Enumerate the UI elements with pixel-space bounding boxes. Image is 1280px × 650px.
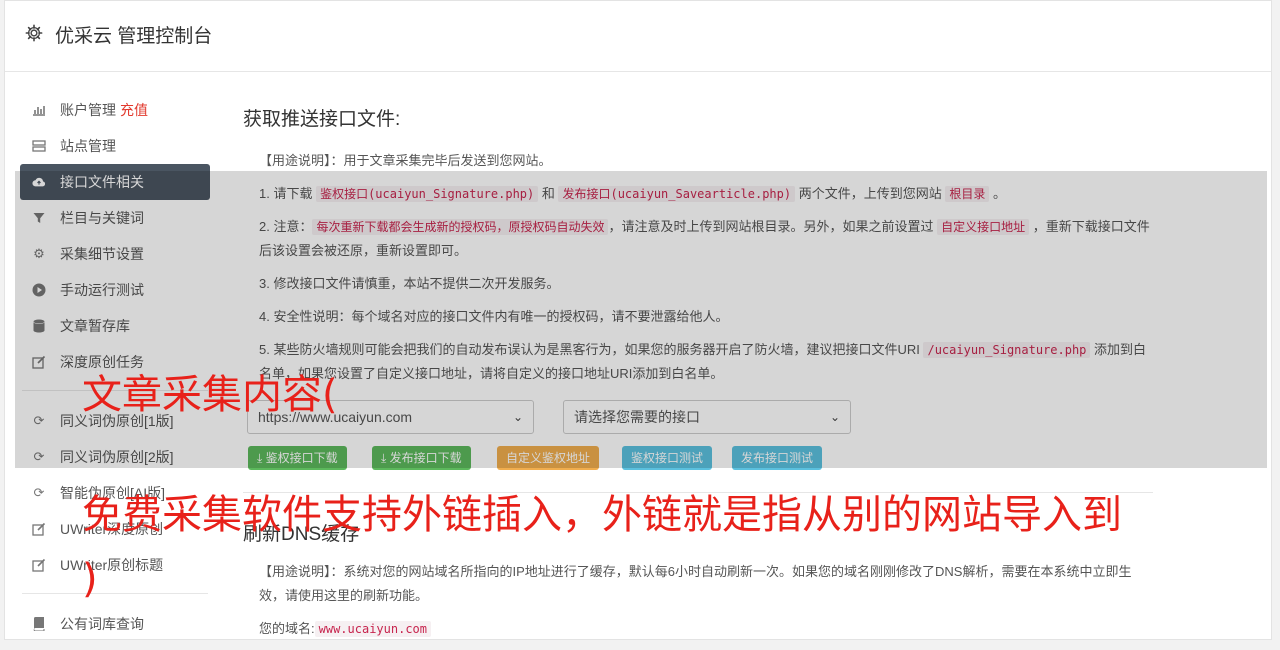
sidebar-item-label: 账户管理	[60, 102, 116, 118]
sidebar-item-columns-keywords[interactable]: 栏目与关键词	[20, 200, 210, 236]
sidebar-item-account[interactable]: 账户管理 充值	[20, 92, 210, 128]
refresh-icon: ⟳	[33, 485, 45, 500]
gear-icon	[25, 24, 43, 42]
bar-chart-icon	[32, 103, 46, 117]
sidebar-item-article-store[interactable]: 文章暂存库	[20, 308, 210, 344]
dns-usage-text: 【用途说明】：系统对您的网站域名所指向的IP地址进行了缓存，默认每6小时自动刷新…	[259, 564, 1132, 603]
section-title-interface: 获取推送接口文件:	[243, 109, 401, 130]
book-icon	[32, 617, 46, 631]
sidebar-item-interface-files[interactable]: 接口文件相关	[20, 164, 210, 200]
sidebar-item-label: 采集细节设置	[60, 246, 144, 262]
code-signature-uri: /ucaiyun_Signature.php	[923, 342, 1091, 358]
app-title: 优采云 管理控制台	[55, 26, 213, 47]
header-bar: 优采云 管理控制台	[5, 1, 1271, 72]
server-icon	[32, 139, 46, 153]
code-root-dir: 根目录	[945, 186, 990, 202]
sidebar-item-label: 同义词伪原创[2版]	[60, 449, 174, 465]
usage-text: 【用途说明】：用于文章采集完毕后发送到您网站。	[259, 153, 552, 168]
sign-download-button[interactable]: ⤓ 鉴权接口下载	[248, 446, 347, 470]
sidebar-item-uwriter-title[interactable]: UWriter原创标题	[20, 547, 210, 583]
sidebar-item-label: 站点管理	[60, 138, 116, 154]
domain-value: www.ucaiyun.com	[314, 621, 431, 637]
domain-line: 您的域名: www.ucaiyun.com	[259, 617, 1153, 641]
edit-icon	[32, 355, 46, 369]
sidebar-item-label: 深度原创任务	[60, 354, 144, 370]
sidebar: 账户管理 充值 站点管理 接口文件相关 栏目与关键词 ⚙ 采集细节设置 手动运行测…	[20, 92, 210, 642]
instruction-2: 2. 注意： 每次重新下载都会生成新的授权码，原授权码自动失效 ，请注意及时上传到网…	[259, 219, 1150, 258]
chevron-down-icon: ⌄	[512, 410, 523, 424]
main-content: 获取推送接口文件: 【用途说明】：用于文章采集完毕后发送到您网站。 1. 请下载…	[243, 98, 1153, 650]
sidebar-item-collect-settings[interactable]: ⚙ 采集细节设置	[20, 236, 210, 272]
sidebar-item-label: 栏目与关键词	[60, 210, 144, 226]
sidebar-item-public-dictionary[interactable]: 公有词库查询	[20, 606, 210, 642]
select-row: https://www.ucaiyun.com ⌄ 请选择您需要的接口 ⌄	[243, 400, 1153, 440]
domain-label: 您的域名:	[259, 621, 315, 636]
publish-download-button[interactable]: ⤓ 发布接口下载	[372, 446, 471, 470]
sidebar-item-label: 文章暂存库	[60, 318, 130, 334]
instruction-4: 4. 安全性说明：每个域名对应的接口文件内有唯一的授权码，请不要泄露给他人。	[259, 309, 729, 324]
code-custom-url: 自定义接口地址	[937, 219, 1030, 235]
sidebar-item-label: 接口文件相关	[60, 174, 144, 190]
edit-icon	[32, 558, 46, 572]
play-icon	[32, 283, 46, 297]
caption-line-3: )	[82, 556, 98, 602]
interface-select-value: 请选择您需要的接口	[574, 409, 700, 425]
sidebar-item-sites[interactable]: 站点管理	[20, 128, 210, 164]
instruction-5: 5. 某些防火墙规则可能会把我们的自动发布误认为是黑客行为，如果您的服务器开启了…	[259, 342, 1147, 381]
caption-line-2: 免费采集软件支持外链插入，外链就是指从别的网站导入到	[82, 492, 1122, 538]
cloud-upload-icon	[32, 175, 46, 189]
sidebar-divider	[22, 593, 208, 594]
cogs-icon: ⚙	[33, 246, 45, 261]
code-warning: 每次重新下载都会生成新的授权码，原授权码自动失效	[312, 219, 609, 235]
caption-line-1: 文章采集内容(	[82, 372, 338, 418]
sidebar-item-synonym-v2[interactable]: ⟳ 同义词伪原创[2版]	[20, 439, 210, 475]
edit-icon	[32, 522, 46, 536]
custom-sign-url-button[interactable]: 自定义鉴权地址	[497, 446, 600, 470]
code-signature: 鉴权接口(ucaiyun_Signature.php)	[316, 186, 539, 202]
filter-icon	[32, 211, 46, 225]
instruction-1: 1. 请下载 鉴权接口(ucaiyun_Signature.php) 和 发布接…	[259, 186, 1006, 202]
download-icon: ⤓	[381, 451, 387, 465]
chevron-down-icon: ⌄	[829, 410, 840, 424]
sidebar-item-manual-run[interactable]: 手动运行测试	[20, 272, 210, 308]
instruction-3: 3. 修改接口文件请慎重，本站不提供二次开发服务。	[259, 276, 560, 291]
sidebar-item-label: UWriter原创标题	[60, 557, 164, 573]
database-icon	[32, 319, 46, 333]
publish-test-button[interactable]: 发布接口测试	[732, 446, 823, 470]
refresh-icon: ⟳	[33, 449, 45, 464]
download-icon: ⤓	[257, 451, 263, 465]
button-row: ⤓ 鉴权接口下载 ⤓ 发布接口下载 自定义鉴权地址 鉴权接口测试 发布接口测试	[243, 446, 1153, 472]
sign-test-button[interactable]: 鉴权接口测试	[622, 446, 713, 470]
refresh-icon: ⟳	[33, 413, 45, 428]
sidebar-item-label: 手动运行测试	[60, 282, 144, 298]
code-savearticle: 发布接口(ucaiyun_Savearticle.php)	[558, 186, 796, 202]
sidebar-item-label: 公有词库查询	[60, 616, 144, 632]
interface-select[interactable]: 请选择您需要的接口 ⌄	[563, 400, 851, 434]
recharge-link[interactable]: 充值	[120, 102, 148, 118]
